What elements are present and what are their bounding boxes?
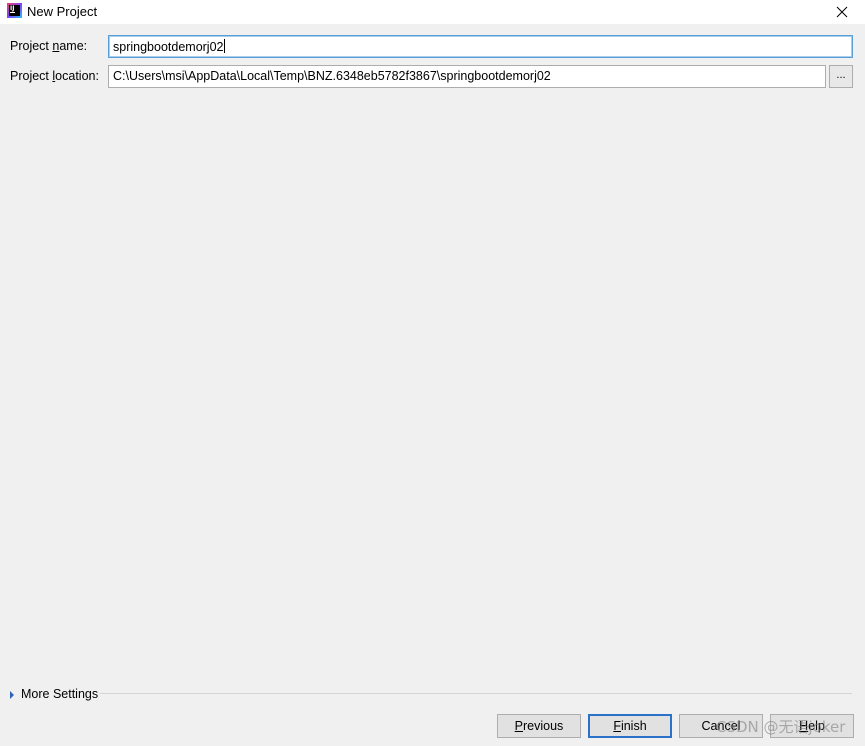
more-settings-label: More Settings: [21, 687, 99, 701]
window-title: New Project: [27, 4, 98, 19]
project-name-field[interactable]: springbootdemorj02: [108, 35, 853, 58]
cancel-button[interactable]: Cancel: [679, 714, 763, 738]
title-bar: IJ New Project: [0, 0, 865, 24]
project-location-field[interactable]: C:\Users\msi\AppData\Local\Temp\BNZ.6348…: [108, 65, 826, 88]
close-icon: [836, 6, 848, 18]
browse-location-button[interactable]: ...: [829, 65, 853, 88]
new-project-dialog: IJ New Project Project name: springbootd…: [0, 0, 865, 746]
help-button[interactable]: Help: [770, 714, 854, 738]
finish-button[interactable]: Finish: [588, 714, 672, 738]
more-settings-toggle[interactable]: More Settings: [10, 686, 98, 702]
triangle-right-icon: [10, 690, 14, 699]
project-location-label: Project location:: [10, 69, 99, 83]
previous-button[interactable]: Previous: [497, 714, 581, 738]
project-name-label: Project name:: [10, 39, 88, 53]
more-settings-divider: [100, 693, 852, 694]
intellij-idea-icon: IJ: [7, 3, 22, 18]
close-button[interactable]: [819, 0, 865, 24]
